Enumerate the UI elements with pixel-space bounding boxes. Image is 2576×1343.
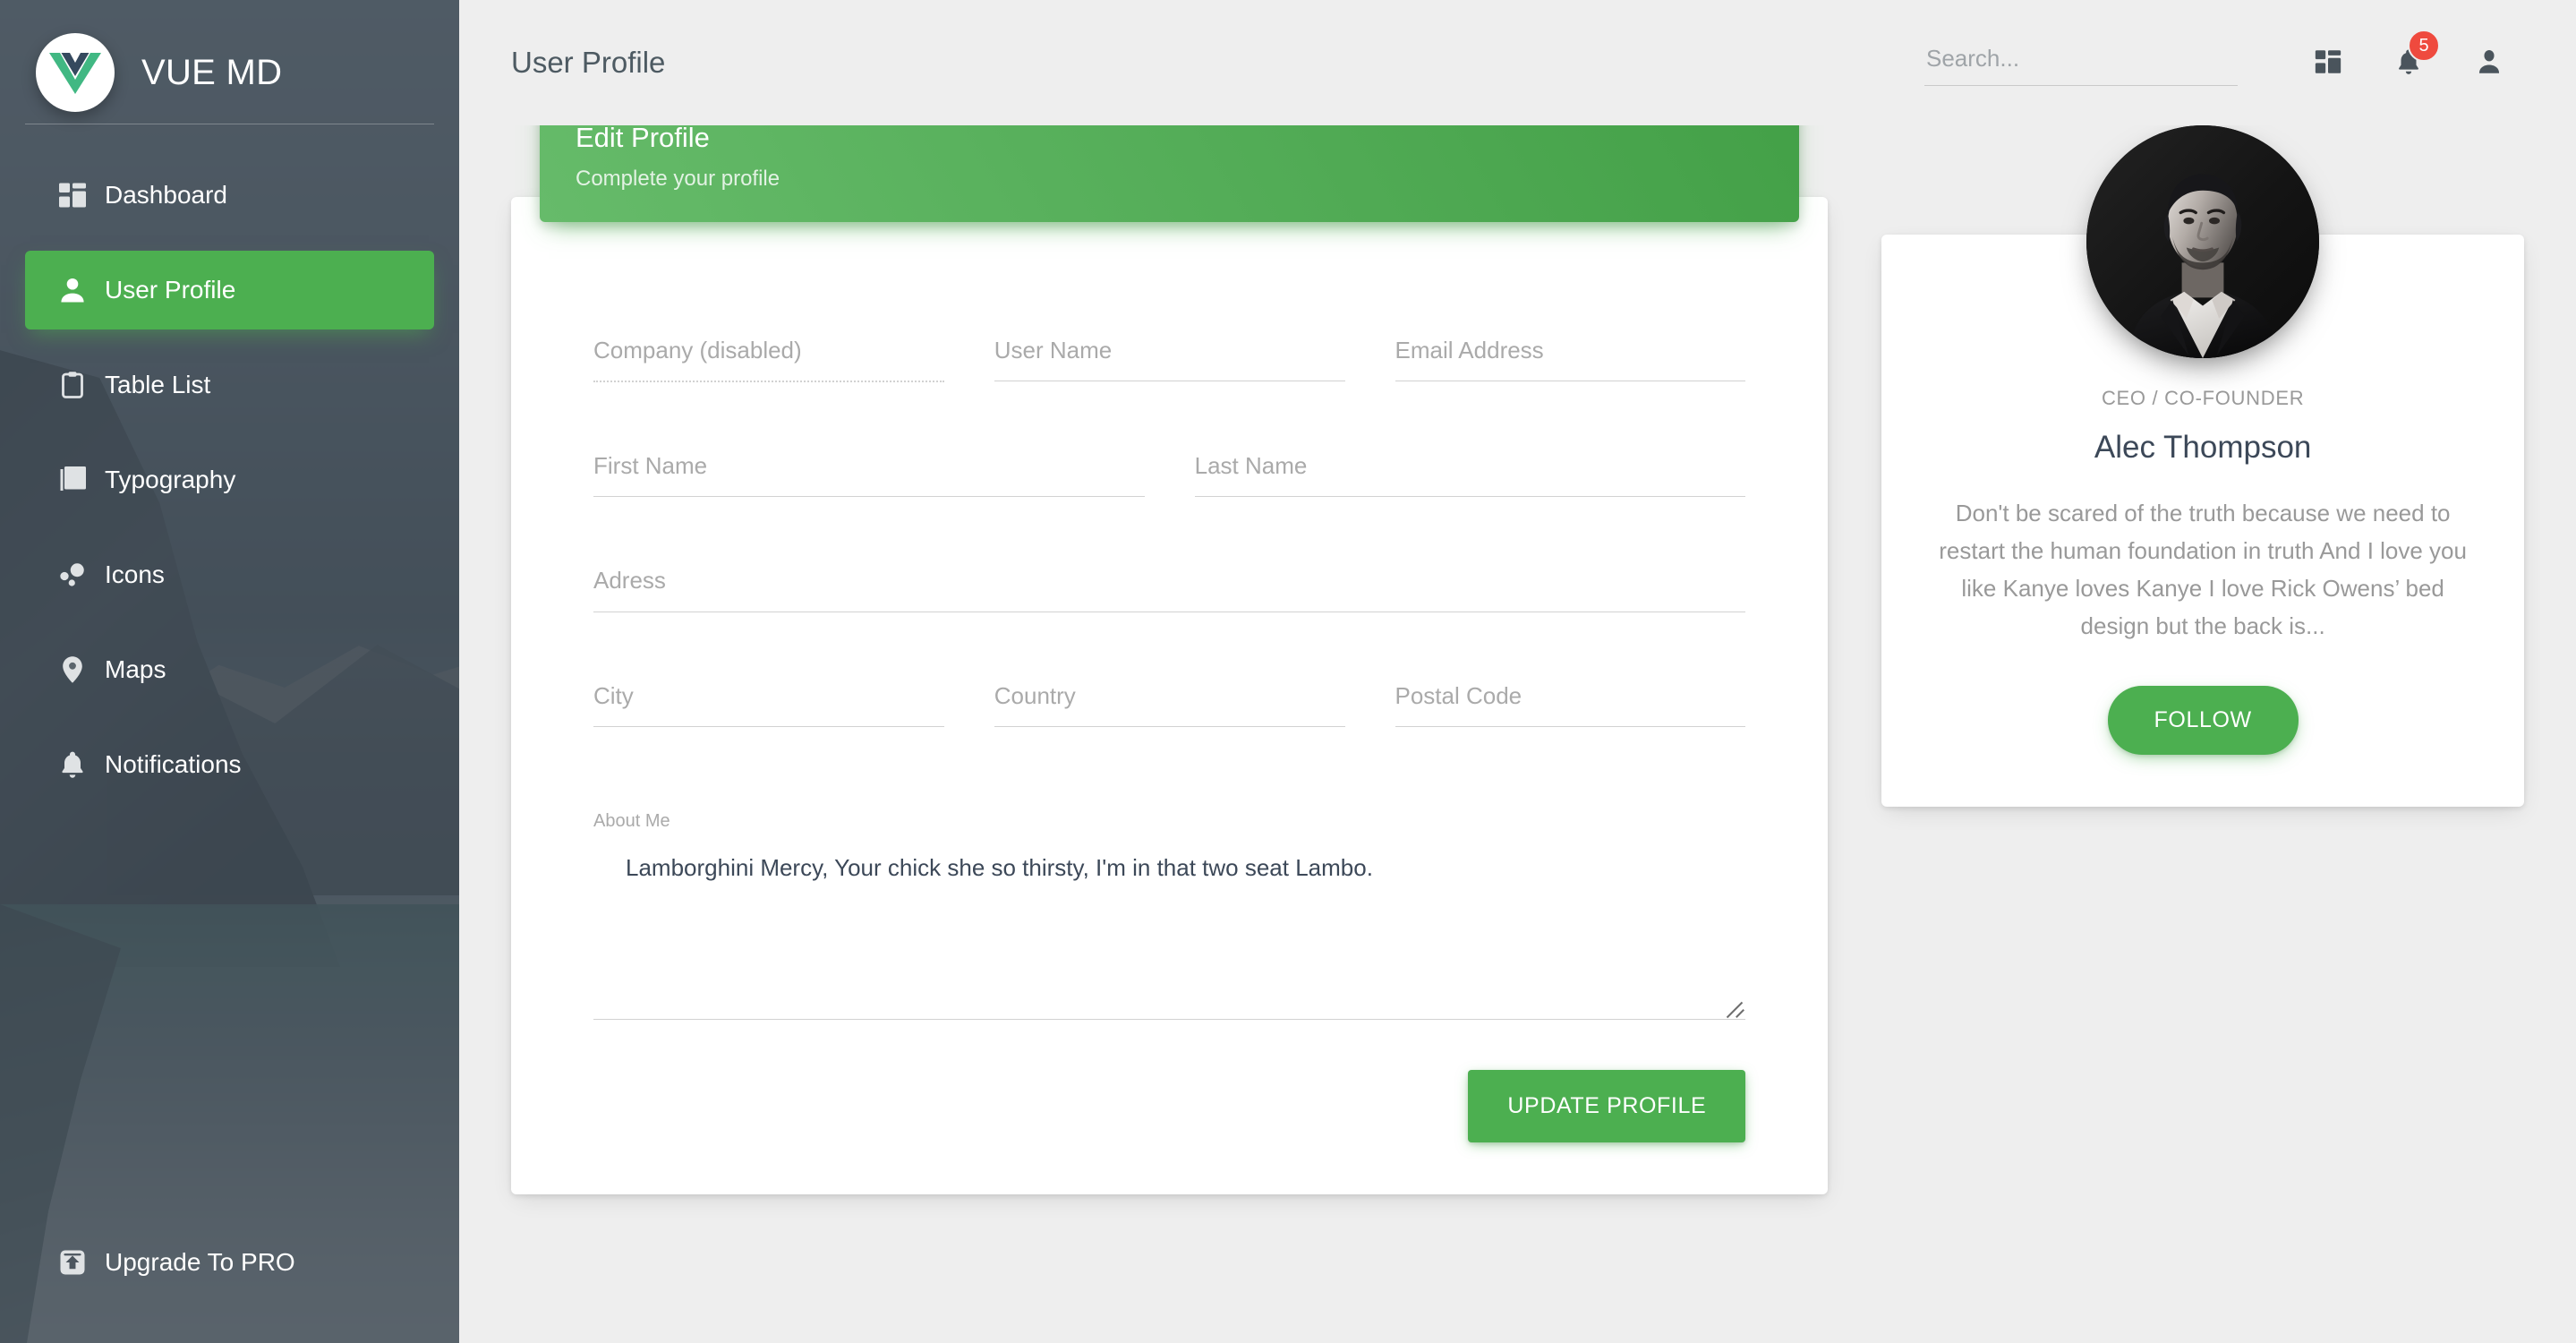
about-me-value: Lamborghini Mercy, Your chick she so thi… [593, 851, 1745, 885]
about-me-label: About Me [593, 811, 1745, 832]
app-root: VUE MD Dashboard [0, 0, 2576, 1343]
resize-handle-icon[interactable] [1722, 992, 1745, 1015]
sidebar-item-label: Maps [105, 655, 166, 684]
field-label: Postal Code [1395, 682, 1746, 726]
field-company: Company (disabled) [568, 297, 969, 398]
field-user-name[interactable]: User Name [969, 297, 1370, 398]
avatar [2086, 125, 2319, 358]
form-actions: UPDATE PROFILE [568, 1020, 1770, 1142]
form-row-1: Company (disabled) User Name [568, 297, 1770, 398]
bubble-chart-icon [47, 559, 98, 591]
sidebar-item-upgrade-to-pro[interactable]: Upgrade To PRO [25, 1223, 434, 1302]
sidebar-item-label: User Profile [105, 276, 235, 304]
sidebar-item-dashboard[interactable]: Dashboard [25, 156, 434, 235]
field-label: Adress [593, 567, 1745, 611]
field-underline [1395, 726, 1746, 727]
notifications-button[interactable]: 5 [2374, 28, 2444, 98]
update-profile-button[interactable]: UPDATE PROFILE [1468, 1070, 1745, 1142]
field-underline [1195, 496, 1746, 497]
sidebar-item-label: Typography [105, 466, 235, 494]
field-first-name[interactable]: First Name [568, 413, 1170, 513]
sidebar-item-user-profile[interactable]: User Profile [25, 251, 434, 329]
sidebar-item-label: Icons [105, 560, 165, 589]
typography-icon [47, 464, 98, 496]
sidebar-item-table-list[interactable]: Table List [25, 346, 434, 424]
page-title: User Profile [511, 46, 665, 80]
field-label: Last Name [1195, 452, 1746, 496]
edit-profile-card-header-wrap: Edit Profile Complete your profile [540, 143, 1799, 278]
topbar-actions: 5 [1924, 28, 2576, 98]
field-country[interactable]: Country [969, 643, 1370, 743]
dashboard-icon [47, 179, 98, 211]
search-field [1924, 39, 2238, 86]
main-content: Edit Profile Complete your profile Compa… [459, 125, 2576, 1343]
sidebar-item-typography[interactable]: Typography [25, 441, 434, 519]
sidebar: VUE MD Dashboard [0, 0, 459, 1343]
brand-logo[interactable]: VUE MD [0, 0, 459, 116]
field-underline [593, 496, 1145, 497]
field-underline [593, 726, 944, 727]
form-row-2: First Name Last Name [568, 413, 1770, 513]
profile-card: CEO / CO-FOUNDER Alec Thompson Don't be … [1881, 235, 2524, 807]
sidebar-item-label: Table List [105, 371, 210, 399]
field-label: User Name [994, 337, 1345, 381]
sidebar-nav: Dashboard User Profile [0, 156, 459, 804]
upgrade-icon [47, 1246, 98, 1279]
field-adress[interactable]: Adress [568, 527, 1770, 628]
account-button[interactable] [2454, 28, 2524, 98]
dashboard-grid-icon [2313, 47, 2343, 80]
person-icon [47, 274, 98, 306]
sidebar-item-label: Notifications [105, 750, 242, 779]
brand-name: VUE MD [141, 53, 282, 93]
field-last-name[interactable]: Last Name [1170, 413, 1771, 513]
sidebar-item-notifications[interactable]: Notifications [25, 725, 434, 804]
form-row-4: City Country [568, 643, 1770, 743]
user-portrait-photo [2086, 125, 2319, 358]
edit-profile-card: Edit Profile Complete your profile Compa… [511, 197, 1828, 1194]
card-title: Edit Profile [576, 122, 1763, 154]
field-label: Country [994, 682, 1345, 726]
field-about-me: About Me Lamborghini Mercy, Your chick s… [568, 757, 1770, 1020]
field-underline [994, 726, 1345, 727]
field-underline-disabled [593, 381, 944, 382]
profile-description: Don't be scared of the truth because we … [1932, 494, 2474, 645]
follow-button[interactable]: FOLLOW [2108, 686, 2299, 755]
card-subtitle: Complete your profile [576, 167, 1763, 192]
search-input[interactable] [1924, 39, 2238, 86]
profile-name: Alec Thompson [1932, 430, 2474, 466]
field-postal-code[interactable]: Postal Code [1370, 643, 1771, 743]
clipboard-icon [47, 369, 98, 401]
sidebar-item-label: Upgrade To PRO [105, 1248, 295, 1277]
dashboard-grid-button[interactable] [2293, 28, 2363, 98]
edit-profile-form: Company (disabled) User Name [568, 197, 1770, 1142]
bell-icon [47, 748, 98, 781]
field-label: Email Address [1395, 337, 1746, 381]
field-label: First Name [593, 452, 1145, 496]
sidebar-item-label: Dashboard [105, 181, 227, 210]
form-row-3: Adress [568, 527, 1770, 628]
notifications-badge: 5 [2408, 30, 2440, 62]
vue-logo-icon [36, 33, 115, 112]
profile-column: CEO / CO-FOUNDER Alec Thompson Don't be … [1881, 125, 2524, 1194]
sidebar-item-icons[interactable]: Icons [25, 535, 434, 614]
field-email-address[interactable]: Email Address [1370, 297, 1771, 398]
field-label: Company (disabled) [593, 337, 944, 381]
person-icon [2474, 47, 2504, 80]
about-me-textarea[interactable]: Lamborghini Mercy, Your chick she so thi… [593, 851, 1745, 1020]
sidebar-item-maps[interactable]: Maps [25, 630, 434, 709]
field-city[interactable]: City [568, 643, 969, 743]
top-navbar: User Profile [459, 0, 2576, 125]
field-label: City [593, 682, 944, 726]
edit-profile-column: Edit Profile Complete your profile Compa… [511, 125, 1828, 1194]
map-pin-icon [47, 654, 98, 686]
profile-role: CEO / CO-FOUNDER [1932, 387, 2474, 410]
